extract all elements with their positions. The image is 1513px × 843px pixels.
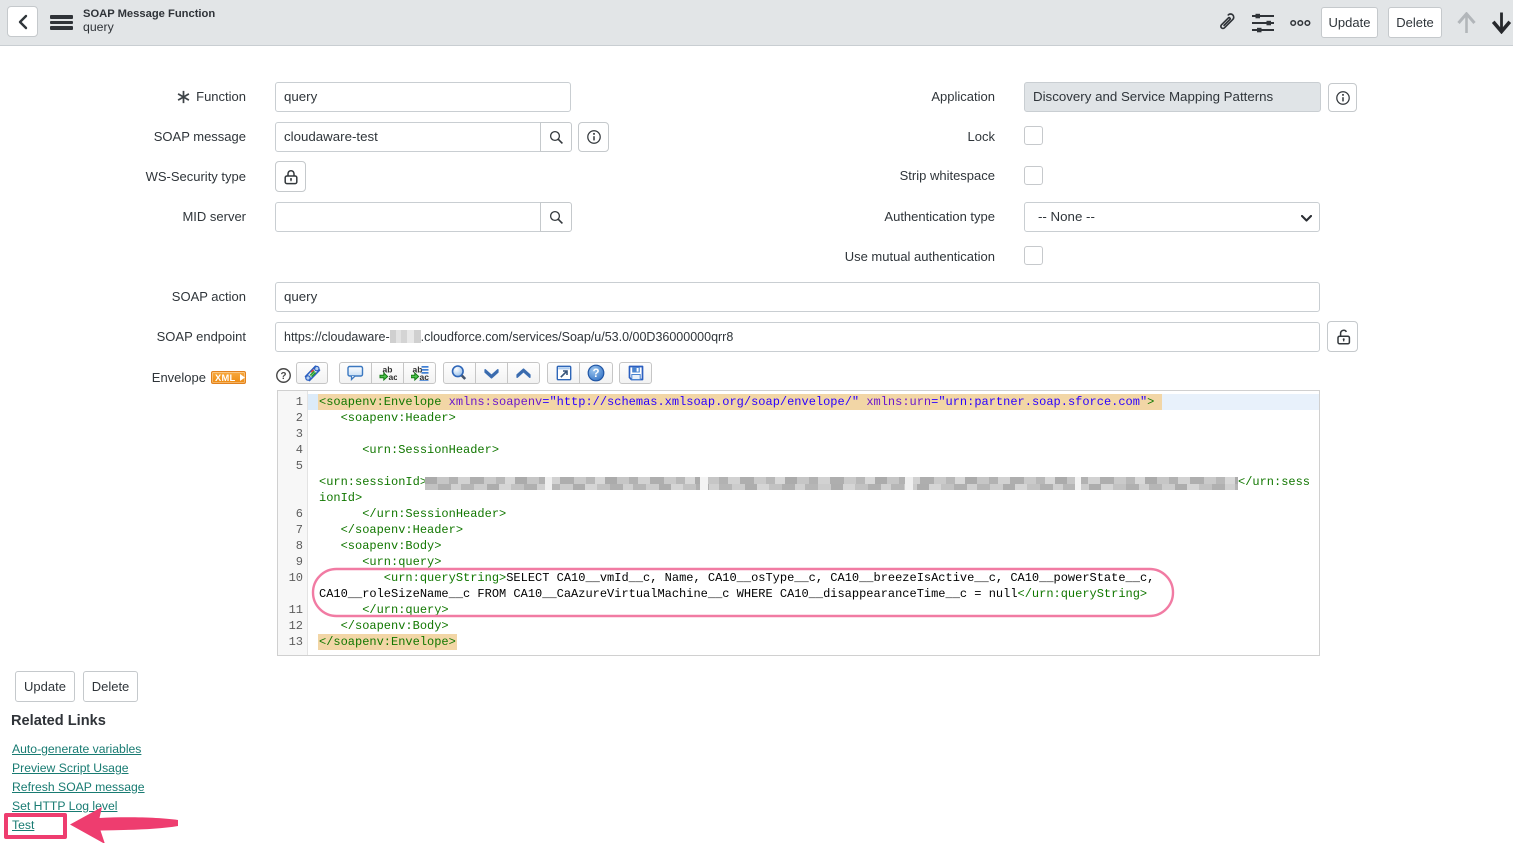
svg-text:?: ?: [592, 368, 599, 380]
svg-text:ac: ac: [419, 372, 429, 381]
svg-text:ac: ac: [388, 372, 397, 381]
svg-text:?: ?: [280, 371, 286, 382]
